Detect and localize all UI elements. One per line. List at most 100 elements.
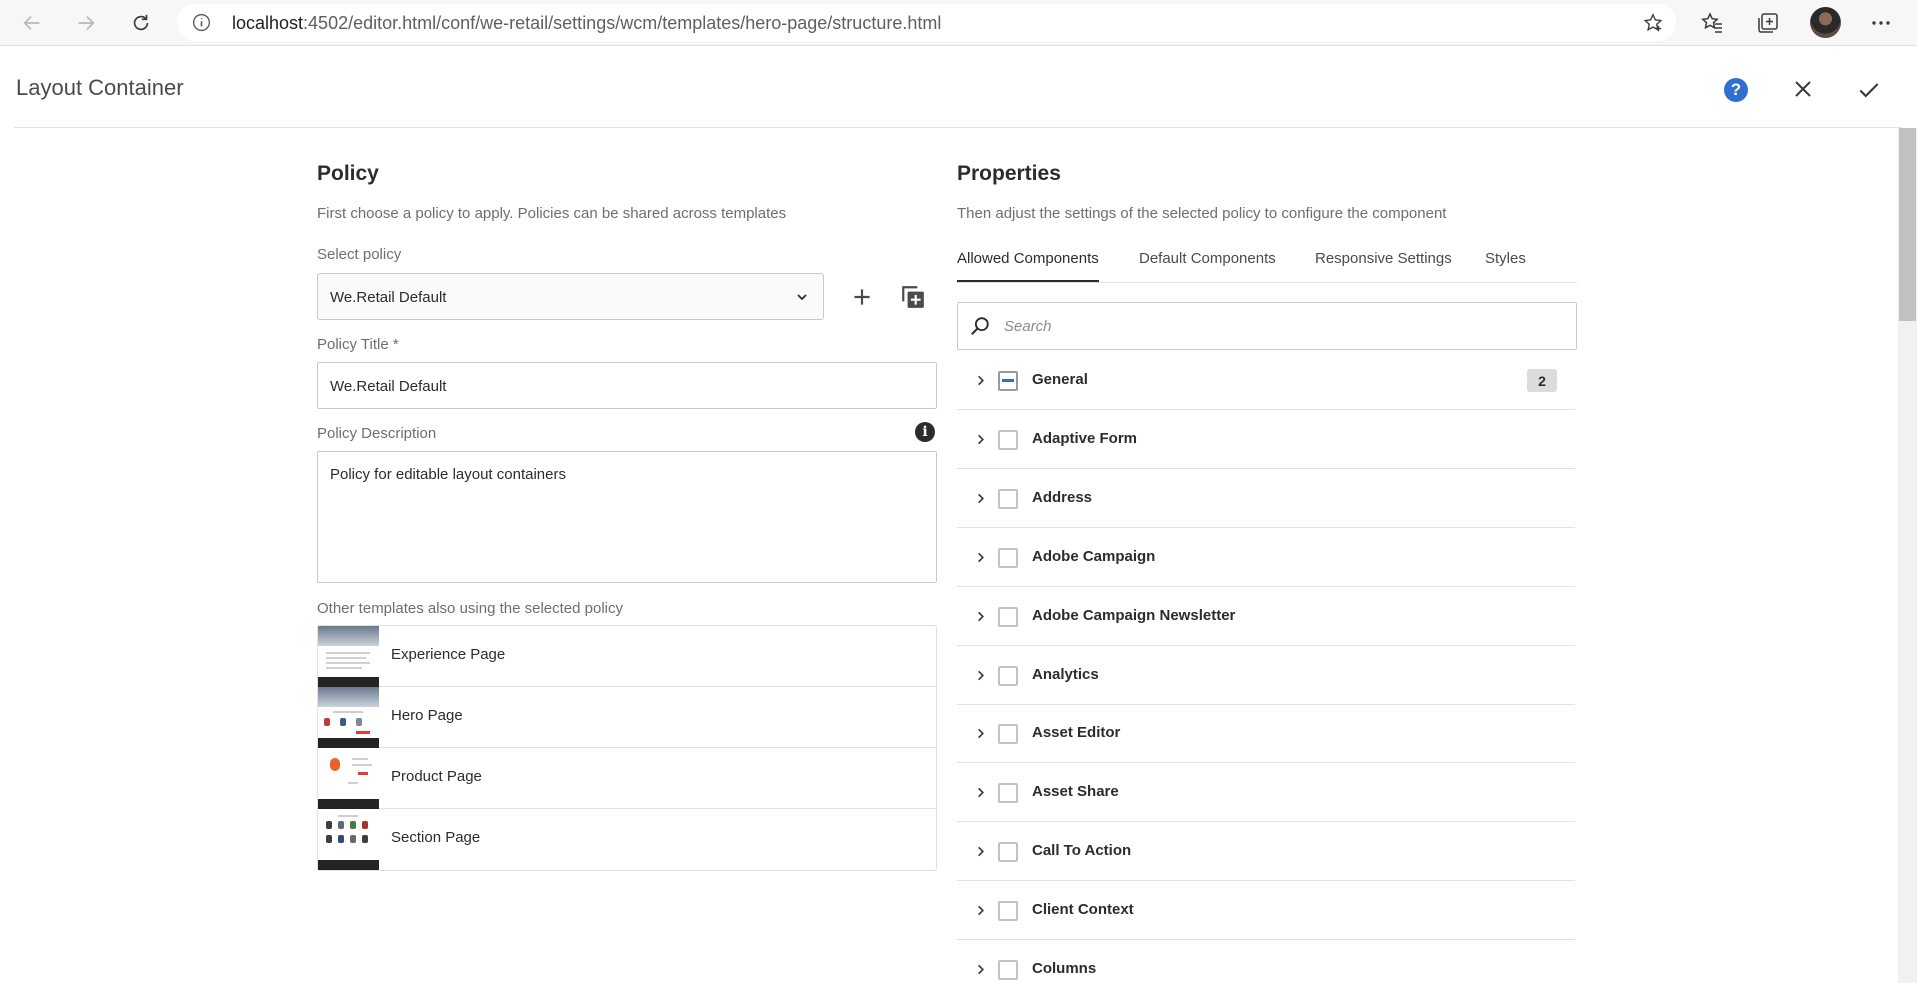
tab-styles[interactable]: Styles — [1485, 250, 1526, 267]
component-checkbox[interactable] — [998, 783, 1018, 804]
policy-subheading: First choose a policy to apply. Policies… — [317, 205, 787, 222]
component-group-row[interactable]: Adaptive Form — [957, 410, 1575, 469]
chevron-down-icon — [797, 294, 807, 301]
add-favorite-icon[interactable] — [1642, 12, 1664, 34]
favorites-button[interactable] — [1698, 9, 1726, 37]
search-icon — [971, 317, 989, 335]
component-checkbox[interactable] — [998, 665, 1018, 686]
policy-description-label: Policy Description — [317, 425, 437, 442]
chevron-right-icon[interactable] — [974, 610, 987, 623]
chevron-right-icon[interactable] — [974, 845, 987, 858]
reload-icon — [133, 14, 149, 31]
policy-heading: Policy — [317, 162, 379, 185]
dialog-title: Layout Container — [16, 75, 184, 100]
address-bar[interactable]: localhost:4502/editor.html/conf/we-retai… — [177, 4, 1676, 41]
url-text: localhost:4502/editor.html/conf/we-retai… — [232, 13, 942, 33]
browser-toolbar: localhost:4502/editor.html/conf/we-retai… — [0, 0, 1917, 46]
done-check-icon[interactable] — [1856, 77, 1882, 103]
add-policy-icon[interactable] — [849, 284, 875, 310]
arrow-right-icon — [78, 15, 95, 31]
component-checkbox[interactable] — [998, 429, 1018, 450]
component-group-row[interactable]: Asset Editor — [957, 704, 1575, 764]
component-group-name: Asset Editor — [1032, 724, 1121, 742]
forward-button[interactable] — [71, 8, 101, 38]
component-checkbox[interactable] — [998, 724, 1018, 745]
more-icon — [1872, 21, 1890, 25]
collections-button[interactable] — [1754, 9, 1782, 37]
properties-heading: Properties — [957, 162, 1061, 185]
component-checkbox[interactable] — [998, 606, 1018, 627]
policy-select[interactable]: We.Retail Default — [317, 273, 824, 320]
component-group-row[interactable]: Columns — [957, 940, 1575, 983]
template-name: Experience Page — [391, 646, 506, 663]
component-group-name: Adobe Campaign — [1032, 547, 1156, 565]
component-group-row[interactable]: Asset Share — [957, 763, 1575, 823]
chevron-right-icon[interactable] — [974, 433, 987, 446]
header-divider — [14, 127, 1902, 128]
policy-title-label: Policy Title * — [317, 336, 399, 353]
template-row[interactable]: Section Page — [318, 809, 936, 870]
chevron-right-icon[interactable] — [974, 492, 987, 505]
component-group-row[interactable]: Adobe Campaign Newsletter — [957, 587, 1575, 646]
policy-title-field[interactable]: We.Retail Default — [317, 362, 937, 409]
scrollbar-thumb[interactable] — [1899, 128, 1916, 321]
component-group-row[interactable]: Adobe Campaign — [957, 528, 1575, 587]
duplicate-policy-icon[interactable] — [900, 284, 926, 310]
template-thumbnail — [318, 626, 379, 687]
template-row[interactable]: Hero Page — [318, 687, 936, 748]
component-search[interactable] — [957, 302, 1577, 350]
policy-description-field[interactable]: Policy for editable layout containers — [317, 451, 937, 583]
component-checkbox[interactable] — [998, 842, 1018, 863]
component-group-name: Analytics — [1032, 665, 1099, 683]
close-icon[interactable] — [1791, 77, 1815, 101]
chevron-right-icon[interactable] — [974, 904, 987, 917]
search-input[interactable] — [1004, 315, 1544, 337]
template-thumbnail — [318, 687, 379, 748]
component-group-name: Address — [1032, 488, 1093, 506]
chevron-right-icon[interactable] — [974, 963, 987, 976]
component-checkbox[interactable] — [998, 960, 1018, 980]
component-group-name: Adaptive Form — [1032, 429, 1138, 447]
info-icon[interactable]: i — [915, 422, 935, 442]
component-group-name: Columns — [1032, 960, 1097, 977]
tab-default-components[interactable]: Default Components — [1139, 250, 1276, 267]
template-name: Section Page — [391, 829, 481, 846]
favorites-icon — [1701, 12, 1722, 33]
help-button[interactable]: ? — [1724, 78, 1748, 102]
profile-avatar[interactable] — [1810, 7, 1841, 38]
component-group-row[interactable]: General 2 — [957, 351, 1575, 410]
template-row[interactable]: Product Page — [318, 748, 936, 809]
chevron-right-icon[interactable] — [974, 727, 987, 740]
component-group-row[interactable]: Client Context — [957, 881, 1575, 941]
component-checkbox[interactable] — [998, 488, 1018, 509]
chevron-right-icon[interactable] — [974, 669, 987, 682]
component-group-name: Client Context — [1032, 901, 1134, 919]
chevron-right-icon[interactable] — [974, 551, 987, 564]
policy-description-value: Policy for editable layout containers — [330, 466, 566, 483]
tab-allowed-components[interactable]: Allowed Components — [957, 250, 1099, 267]
site-info-icon[interactable] — [191, 12, 212, 33]
tab-responsive-settings[interactable]: Responsive Settings — [1315, 250, 1452, 267]
templates-list: Experience Page Hero Page Product Page S… — [317, 625, 937, 871]
component-group-name: General — [1032, 371, 1088, 388]
active-tab-indicator — [957, 280, 1099, 282]
arrow-left-icon — [23, 15, 40, 31]
reload-button[interactable] — [126, 8, 156, 38]
component-checkbox[interactable] — [998, 547, 1018, 568]
component-group-row[interactable]: Call To Action — [957, 822, 1575, 882]
component-group-row[interactable]: Address — [957, 469, 1575, 528]
template-thumbnail — [318, 809, 379, 870]
settings-menu-button[interactable] — [1867, 9, 1895, 37]
other-templates-label: Other templates also using the selected … — [317, 600, 623, 617]
template-name: Hero Page — [391, 707, 463, 724]
chevron-right-icon[interactable] — [974, 374, 987, 387]
collections-icon — [1758, 13, 1778, 33]
back-button[interactable] — [17, 8, 47, 38]
component-group-row[interactable]: Analytics — [957, 646, 1575, 705]
component-checkbox[interactable] — [998, 371, 1018, 391]
template-row[interactable]: Experience Page — [318, 626, 936, 687]
tabs-divider — [957, 282, 1577, 283]
component-group-name: Call To Action — [1032, 842, 1132, 860]
chevron-right-icon[interactable] — [974, 786, 987, 799]
component-checkbox[interactable] — [998, 901, 1018, 922]
